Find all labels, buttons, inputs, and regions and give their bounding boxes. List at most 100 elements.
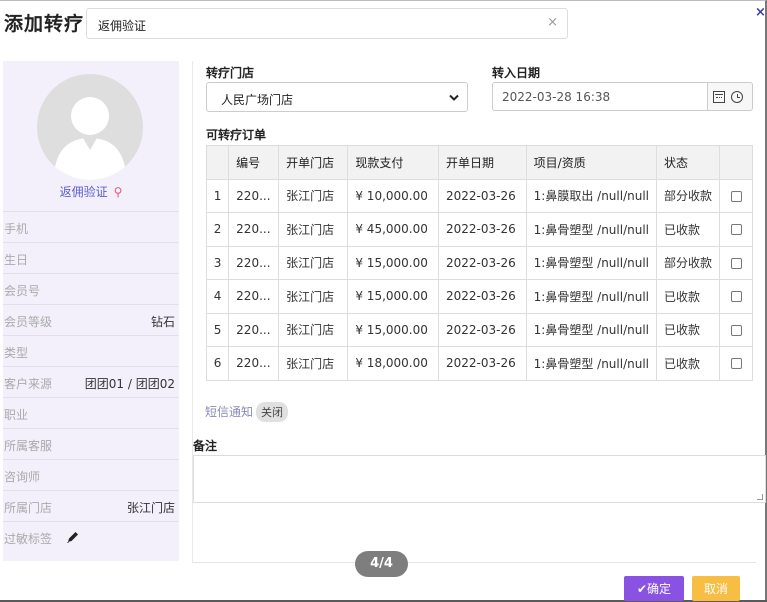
info-row-source: 客户来源 团团01 / 团团02 [3,366,179,397]
order-payment: ¥ 10,000.00 [347,178,439,213]
key-icon[interactable]: ⚲ [114,185,123,199]
date-label: 转入日期 [492,66,541,80]
column-header: 编号 [228,145,280,180]
order-item: 1:鼻骨塑型 /null/null [525,279,658,314]
footer-divider [193,562,756,563]
order-payment: ¥ 15,000.00 [347,245,439,280]
order-date: 2022-03-26 [438,178,527,213]
info-row-allergy: 过敏标签 [3,521,179,552]
order-store: 张江门店 [278,346,349,381]
order-store: 张江门店 [278,212,349,247]
row-select-cell[interactable] [719,346,753,381]
modal-close-icon[interactable]: × [755,5,766,20]
table-row[interactable]: 5 220... 张江门店 ¥ 15,000.00 2022-03-26 1:鼻… [205,312,753,347]
order-id: 220... [228,312,280,347]
order-status: 部分收款 [655,178,721,213]
info-label: 类型 [4,346,29,360]
row-select-cell[interactable] [719,279,753,314]
order-id: 220... [228,212,280,247]
order-date: 2022-03-26 [438,279,527,314]
resize-handle-icon[interactable] [757,494,763,500]
confirm-button[interactable]: ✔确定 [624,576,684,601]
row-index: 1 [205,178,230,213]
info-row-occupation: 职业 [3,397,179,428]
sms-notify-label: 短信通知 [205,405,254,419]
row-checkbox[interactable] [730,358,742,370]
table-row[interactable]: 4 220... 张江门店 ¥ 15,000.00 2022-03-26 1:鼻… [205,279,753,314]
order-status: 已收款 [655,212,721,247]
calendar-icon[interactable] [713,91,725,103]
row-index: 6 [205,346,230,381]
row-select-cell[interactable] [719,212,753,247]
column-header: 状态 [655,145,721,180]
info-label: 职业 [4,408,29,422]
row-checkbox[interactable] [730,257,742,269]
date-picker-addon[interactable] [708,82,753,111]
order-store: 张江门店 [278,245,349,280]
table-header-row: 编号 开单门店 现款支付 开单日期 项目/资质 状态 [205,145,753,180]
clock-icon[interactable] [731,91,743,103]
row-select-cell[interactable] [719,245,753,280]
info-value: 钻石 [150,315,175,329]
store-select-value: 人民广场门店 [221,93,294,107]
order-id: 220... [228,245,280,280]
column-header: 现款支付 [347,145,439,180]
row-checkbox[interactable] [730,224,742,236]
table-row[interactable]: 1 220... 张江门店 ¥ 10,000.00 2022-03-26 1:鼻… [205,178,753,213]
table-row[interactable]: 3 220... 张江门店 ¥ 15,000.00 2022-03-26 1:鼻… [205,245,753,280]
row-checkbox[interactable] [730,291,742,303]
table-row[interactable]: 2 220... 张江门店 ¥ 45,000.00 2022-03-26 1:鼻… [205,212,753,247]
tab-label: 返佣验证 [98,19,147,33]
order-payment: ¥ 45,000.00 [347,212,439,247]
order-item: 1:鼻骨塑型 /null/null [525,212,658,247]
order-store: 张江门店 [278,178,349,213]
store-select[interactable]: 人民广场门店 [206,82,468,112]
tab-close-icon[interactable]: × [547,15,558,30]
row-checkbox[interactable] [730,324,742,336]
sms-toggle[interactable]: 关闭 [256,402,289,422]
rebate-verify-link[interactable]: 返佣验证 [60,185,108,199]
column-header: 开单门店 [278,145,349,180]
info-row-member-no: 会员号 [3,273,179,304]
column-header [719,145,753,180]
avatar [37,74,143,180]
column-header: 项目/资质 [525,145,658,180]
order-id: 220... [228,178,280,213]
row-checkbox[interactable] [730,190,742,202]
table-row[interactable]: 6 220... 张江门店 ¥ 18,000.00 2022-03-26 1:鼻… [205,346,753,381]
tab-rebate-verify[interactable]: 返佣验证 × [86,8,568,39]
transfer-date-value: 2022-03-28 16:38 [502,90,611,104]
row-index: 2 [205,212,230,247]
info-label: 咨询师 [4,470,41,484]
info-row-birthday: 生日 [3,242,179,273]
order-item: 1:鼻骨塑型 /null/null [525,346,658,381]
order-status: 已收款 [655,312,721,347]
row-index: 4 [205,279,230,314]
order-item: 1:鼻骨塑型 /null/null [525,312,658,347]
order-date: 2022-03-26 [438,312,527,347]
transfer-date-input[interactable]: 2022-03-28 16:38 [492,82,708,111]
row-index: 5 [205,312,230,347]
info-row-consultant: 咨询师 [3,459,179,490]
rebate-verify-row[interactable]: 返佣验证 ⚲ [3,183,179,200]
order-date: 2022-03-26 [438,346,527,381]
row-select-cell[interactable] [719,178,753,213]
order-status: 已收款 [655,279,721,314]
info-label: 过敏标签 [4,532,53,546]
order-date: 2022-03-26 [438,245,527,280]
order-store: 张江门店 [278,312,349,347]
remark-label: 备注 [193,439,218,453]
page-indicator: 4/4 [355,551,408,577]
info-row-member-level: 会员等级 钻石 [3,304,179,335]
row-index: 3 [205,245,230,280]
customer-panel: 返佣验证 ⚲ 手机 生日 会员号 会员等级 钻石 类型 客户来源 团团01 / 团… [3,61,179,561]
pencil-icon[interactable] [66,530,80,544]
sms-notify: 短信通知 关闭 [205,402,289,422]
info-row-phone: 手机 [3,211,179,242]
info-label: 所属客服 [4,439,53,453]
row-select-cell[interactable] [719,312,753,347]
add-referral-modal: 添加转疗 返佣验证 × × 返佣验证 ⚲ 手机 生日 会员号 会员等级 钻石 类… [0,0,767,601]
remark-textarea[interactable] [193,455,766,503]
cancel-button[interactable]: 取消 [692,576,740,601]
info-row-type: 类型 [3,335,179,366]
